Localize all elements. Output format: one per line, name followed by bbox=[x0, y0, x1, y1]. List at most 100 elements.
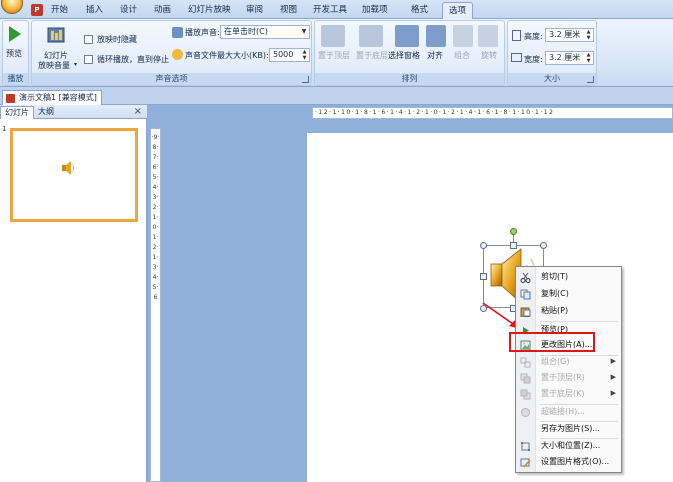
menu-item-copy-label: 复制(C) bbox=[541, 289, 569, 298]
selection-pane-icon bbox=[395, 25, 419, 47]
slide-thumbnail[interactable] bbox=[10, 128, 138, 222]
speaker-icon bbox=[60, 160, 76, 178]
menu-item-save-as-picture[interactable]: 另存为图片(S)... bbox=[516, 421, 621, 437]
height-input[interactable]: 3.2 厘米 ▲ ▼ bbox=[545, 28, 594, 42]
play-sound-select[interactable]: 在单击时(C) ▼ bbox=[220, 25, 310, 39]
menu-item-format-picture[interactable]: 设置图片格式(O)... bbox=[516, 454, 621, 470]
tab-slideshow[interactable]: 幻灯片放映 bbox=[182, 2, 237, 19]
menu-item-copy[interactable]: 复制(C) bbox=[516, 286, 621, 302]
send-to-back-button[interactable]: 置于底层 bbox=[356, 50, 388, 61]
group-icon bbox=[520, 357, 531, 368]
send-to-back-icon bbox=[359, 25, 383, 47]
width-label: 宽度: bbox=[524, 55, 543, 64]
rotate-icon bbox=[478, 25, 498, 47]
resize-handle[interactable] bbox=[480, 242, 487, 249]
loop-checkbox[interactable] bbox=[84, 55, 93, 64]
menu-item-send-to-back-label: 置于底层(K) bbox=[541, 389, 585, 398]
tab-addins[interactable]: 加载项 bbox=[356, 2, 394, 19]
slide-number: 1 bbox=[2, 125, 7, 133]
hide-during-show-label: 放映时隐藏 bbox=[97, 35, 137, 44]
size-dialog-launcher-icon[interactable] bbox=[587, 76, 594, 83]
horizontal-ruler-scale: ·12·1·10·1·8·1·6·1·4·1·2·1·0·1·2·1·4·1·6… bbox=[315, 109, 555, 116]
menu-item-cut-label: 剪切(T) bbox=[541, 272, 569, 281]
vertical-ruler: ·9·8·7·6·5·4·3·2·1·0·1·2·1·3·4·5·6 bbox=[150, 128, 161, 482]
tab-design[interactable]: 设计 bbox=[114, 2, 143, 19]
tab-review[interactable]: 审阅 bbox=[240, 2, 269, 19]
chevron-down-icon: ▼ bbox=[301, 28, 307, 35]
height-value: 3.2 厘米 bbox=[549, 30, 581, 39]
scissors-icon bbox=[520, 272, 531, 283]
height-label: 高度: bbox=[524, 32, 543, 41]
powerpoint-icon: P bbox=[31, 4, 43, 16]
size-group: 高度: 3.2 厘米 ▲ ▼ 宽度: 3.2 厘米 ▲ ▼ 大小 bbox=[507, 20, 597, 86]
group-icon bbox=[453, 25, 473, 47]
menu-item-format-picture-label: 设置图片格式(O)... bbox=[541, 457, 610, 466]
volume-icon bbox=[45, 25, 67, 45]
menu-item-size-position[interactable]: 大小和位置(Z)... bbox=[516, 438, 621, 454]
context-menu: 剪切(T) 复制(C) 粘贴(P) 预览(P) 更改图片(A)... 组合(G)… bbox=[515, 266, 622, 473]
resize-handle[interactable] bbox=[480, 273, 487, 280]
menu-item-bring-to-front[interactable]: 置于顶层(R) ▶ bbox=[516, 370, 621, 386]
sound-options-group-label: 声音选项 bbox=[32, 73, 311, 85]
close-icon[interactable]: × bbox=[134, 105, 142, 118]
resize-handle[interactable] bbox=[510, 242, 517, 249]
sound-options-group: 幻灯片 放映音量 ▾ 放映时隐藏 循环播放，直到停止 播放声音: 在单击时(C)… bbox=[31, 20, 312, 86]
document-tab[interactable]: 演示文稿1 [兼容模式] bbox=[2, 90, 102, 105]
height-icon bbox=[512, 30, 521, 41]
submenu-arrow-icon: ▶ bbox=[610, 389, 616, 397]
menu-item-send-to-back[interactable]: 置于底层(K) ▶ bbox=[516, 386, 621, 402]
max-size-label: 声音文件最大大小(KB): bbox=[185, 51, 269, 60]
volume-dropdown-icon[interactable]: ▾ bbox=[74, 61, 77, 68]
group-button[interactable]: 组合 bbox=[454, 50, 470, 61]
selection-pane-button[interactable]: 选择窗格 bbox=[388, 50, 420, 61]
tab-developer[interactable]: 开发工具 bbox=[307, 2, 353, 19]
width-input[interactable]: 3.2 厘米 ▲ ▼ bbox=[545, 51, 594, 65]
office-button[interactable] bbox=[1, 0, 23, 14]
tab-options[interactable]: 选项 bbox=[442, 2, 474, 19]
tab-home[interactable]: 开始 bbox=[45, 2, 74, 19]
play-group: 预览 播放 bbox=[2, 20, 29, 86]
hide-during-show-checkbox[interactable] bbox=[84, 35, 93, 44]
slide-volume-label-2[interactable]: 放映音量 bbox=[38, 60, 70, 71]
ribbon: 预览 播放 幻灯片 放映音量 ▾ 放映时隐藏 循环播放，直到停止 播放声音: 在… bbox=[0, 19, 673, 87]
align-button[interactable]: 对齐 bbox=[427, 50, 443, 61]
max-size-value: 5000 bbox=[273, 50, 294, 59]
menu-item-save-as-picture-label: 另存为图片(S)... bbox=[541, 424, 600, 433]
menu-item-group[interactable]: 组合(G) ▶ bbox=[516, 354, 621, 370]
resize-handle[interactable] bbox=[540, 242, 547, 249]
tab-outline[interactable]: 大纲 bbox=[34, 106, 58, 119]
menu-item-cut[interactable]: 剪切(T) bbox=[516, 269, 621, 285]
preview-button[interactable]: 预览 bbox=[6, 48, 22, 59]
bring-to-front-button[interactable]: 置于顶层 bbox=[318, 50, 350, 61]
slides-panel: 幻灯片 大纲 × 1 bbox=[0, 105, 147, 482]
max-size-input[interactable]: 5000 ▲ ▼ bbox=[269, 48, 310, 62]
dialog-launcher-icon[interactable] bbox=[302, 76, 309, 83]
play-sound-value: 在单击时(C) bbox=[224, 27, 268, 36]
tab-animation[interactable]: 动画 bbox=[148, 2, 177, 19]
rotate-button[interactable]: 旋转 bbox=[481, 50, 497, 61]
rotation-handle[interactable] bbox=[510, 228, 517, 235]
loop-label: 循环播放，直到停止 bbox=[97, 55, 169, 64]
presentation-icon bbox=[6, 94, 15, 103]
play-sound-label: 播放声音: bbox=[185, 28, 220, 37]
width-spinner-icon[interactable]: ▲ ▼ bbox=[584, 52, 593, 64]
play-sound-icon bbox=[172, 27, 183, 38]
document-tab-bar: 演示文稿1 [兼容模式] bbox=[0, 87, 673, 105]
submenu-arrow-icon: ▶ bbox=[610, 373, 616, 381]
paste-icon bbox=[520, 306, 531, 318]
tab-format[interactable]: 格式 bbox=[405, 2, 434, 19]
tab-slides[interactable]: 幻灯片 bbox=[0, 106, 34, 119]
size-position-icon bbox=[520, 441, 531, 452]
tab-view[interactable]: 视图 bbox=[274, 2, 303, 19]
bring-to-front-icon bbox=[321, 25, 345, 47]
menu-item-hyperlink[interactable]: 超链接(H)... bbox=[516, 404, 621, 420]
width-value: 3.2 厘米 bbox=[549, 53, 581, 62]
menu-item-size-position-label: 大小和位置(Z)... bbox=[541, 441, 601, 450]
vertical-ruler-scale: ·9·8·7·6·5·4·3·2·1·0·1·2·1·3·4·5·6 bbox=[151, 134, 160, 301]
bring-to-front-icon bbox=[520, 373, 531, 384]
tab-insert[interactable]: 插入 bbox=[80, 2, 109, 19]
height-spinner-icon[interactable]: ▲ ▼ bbox=[584, 29, 593, 41]
spinner-icon[interactable]: ▲ ▼ bbox=[300, 49, 309, 61]
preview-icon bbox=[9, 26, 21, 42]
menu-item-paste[interactable]: 粘贴(P) bbox=[516, 303, 621, 319]
